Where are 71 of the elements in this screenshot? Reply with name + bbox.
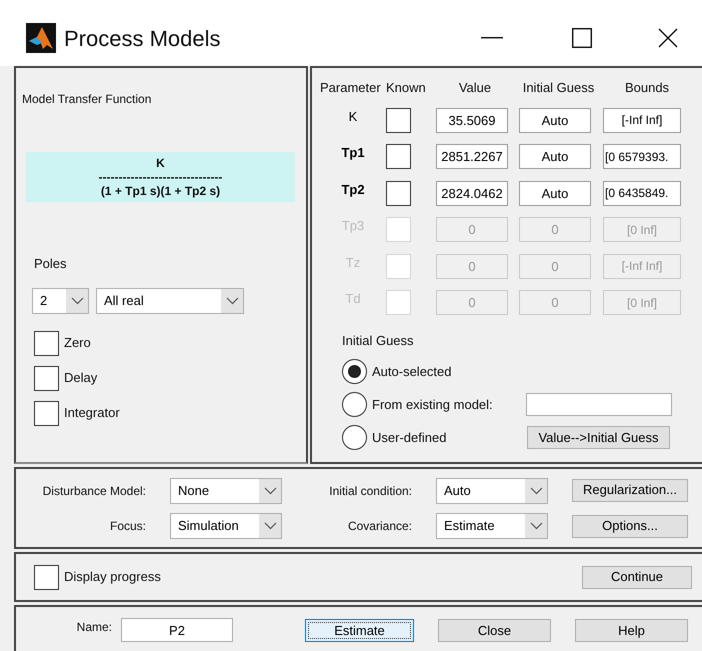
setting-label: Disturbance Model: <box>42 482 146 500</box>
checkbox-label: Integrator <box>64 404 120 422</box>
radio-label: From existing model: <box>372 396 494 414</box>
fraction-line: ------------------------------- <box>98 170 222 182</box>
dropdown[interactable]: Auto <box>436 478 548 504</box>
numerator: K <box>156 156 165 170</box>
checkbox[interactable] <box>34 366 59 390</box>
name-label: Name: <box>76 619 112 636</box>
dropdown[interactable]: 2 <box>32 288 89 314</box>
checkbox[interactable] <box>386 180 411 206</box>
window-title: Process Models <box>64 24 221 52</box>
button[interactable]: Options... <box>572 514 688 538</box>
section-title: Initial Guess <box>342 332 415 350</box>
button[interactable]: Continue <box>582 566 692 588</box>
radio-label: User-defined <box>372 428 448 447</box>
setting-label: Initial condition: <box>328 482 412 500</box>
close-icon <box>658 28 678 48</box>
parameter-name: K <box>348 108 358 126</box>
checkbox[interactable] <box>386 108 411 133</box>
radio-button[interactable] <box>342 392 367 417</box>
button[interactable]: Regularization... <box>572 478 688 502</box>
setting-label: Covariance: <box>346 518 412 534</box>
app-logo-icon <box>26 23 56 53</box>
poles-label: Poles <box>34 255 68 273</box>
column-header: Bounds <box>624 79 670 97</box>
button[interactable]: Value-->Initial Guess <box>527 426 670 449</box>
chevron-icon <box>264 522 276 530</box>
radio-label: Auto-selected <box>372 362 452 381</box>
initial-guess-field[interactable]: Auto <box>519 108 591 133</box>
chevron-icon <box>530 486 542 494</box>
minimize-icon <box>481 37 503 39</box>
checkbox[interactable] <box>34 564 59 590</box>
maximize-icon <box>572 28 592 48</box>
value-field[interactable]: 35.5069 <box>436 108 508 133</box>
dropdown[interactable]: None <box>170 478 282 504</box>
value-field[interactable]: 2851.2267 <box>436 144 508 170</box>
checkbox[interactable] <box>34 330 59 356</box>
bounds-field[interactable]: [-Inf Inf] <box>603 108 681 133</box>
bounds-field[interactable]: [0 6579393. <box>603 144 681 170</box>
checkbox-label: Delay <box>64 369 98 388</box>
value-field[interactable]: 2824.0462 <box>436 180 508 206</box>
initial-guess-field[interactable]: Auto <box>519 144 591 170</box>
bounds-field[interactable]: [0 6435849. <box>603 180 681 206</box>
dropdown[interactable]: Simulation <box>170 512 282 538</box>
column-header: Value <box>458 79 492 97</box>
checkbox-label: Display progress <box>64 568 161 586</box>
button[interactable]: Help <box>575 619 688 642</box>
checkbox-label: Zero <box>64 334 91 352</box>
dropdown[interactable]: All real <box>96 288 244 314</box>
setting-label: Focus: <box>108 518 146 534</box>
parameter-name: Tp2 <box>340 180 366 199</box>
column-header: Initial Guess <box>522 79 596 97</box>
chevron-icon <box>530 522 542 530</box>
checkbox[interactable] <box>34 400 59 426</box>
radio-button[interactable] <box>342 425 367 450</box>
chevron-icon <box>264 486 276 494</box>
chevron-icon <box>70 296 84 304</box>
column-header: Parameter <box>320 79 382 97</box>
button[interactable]: Estimate <box>305 619 414 642</box>
dropdown[interactable]: Estimate <box>436 512 548 538</box>
denominator: (1 + Tp1 s)(1 + Tp2 s) <box>100 182 220 198</box>
radio-button[interactable] <box>342 359 367 384</box>
button[interactable]: Close <box>438 619 551 642</box>
parameter-name: Tp1 <box>340 144 366 162</box>
existing-model-field[interactable] <box>526 393 672 416</box>
checkbox[interactable] <box>386 144 411 170</box>
chevron-icon <box>226 296 238 304</box>
name-field[interactable]: P2 <box>121 618 233 642</box>
initial-guess-field[interactable]: Auto <box>519 180 591 206</box>
section-title: Model Transfer Function <box>22 91 152 108</box>
column-header: Known <box>386 79 427 97</box>
